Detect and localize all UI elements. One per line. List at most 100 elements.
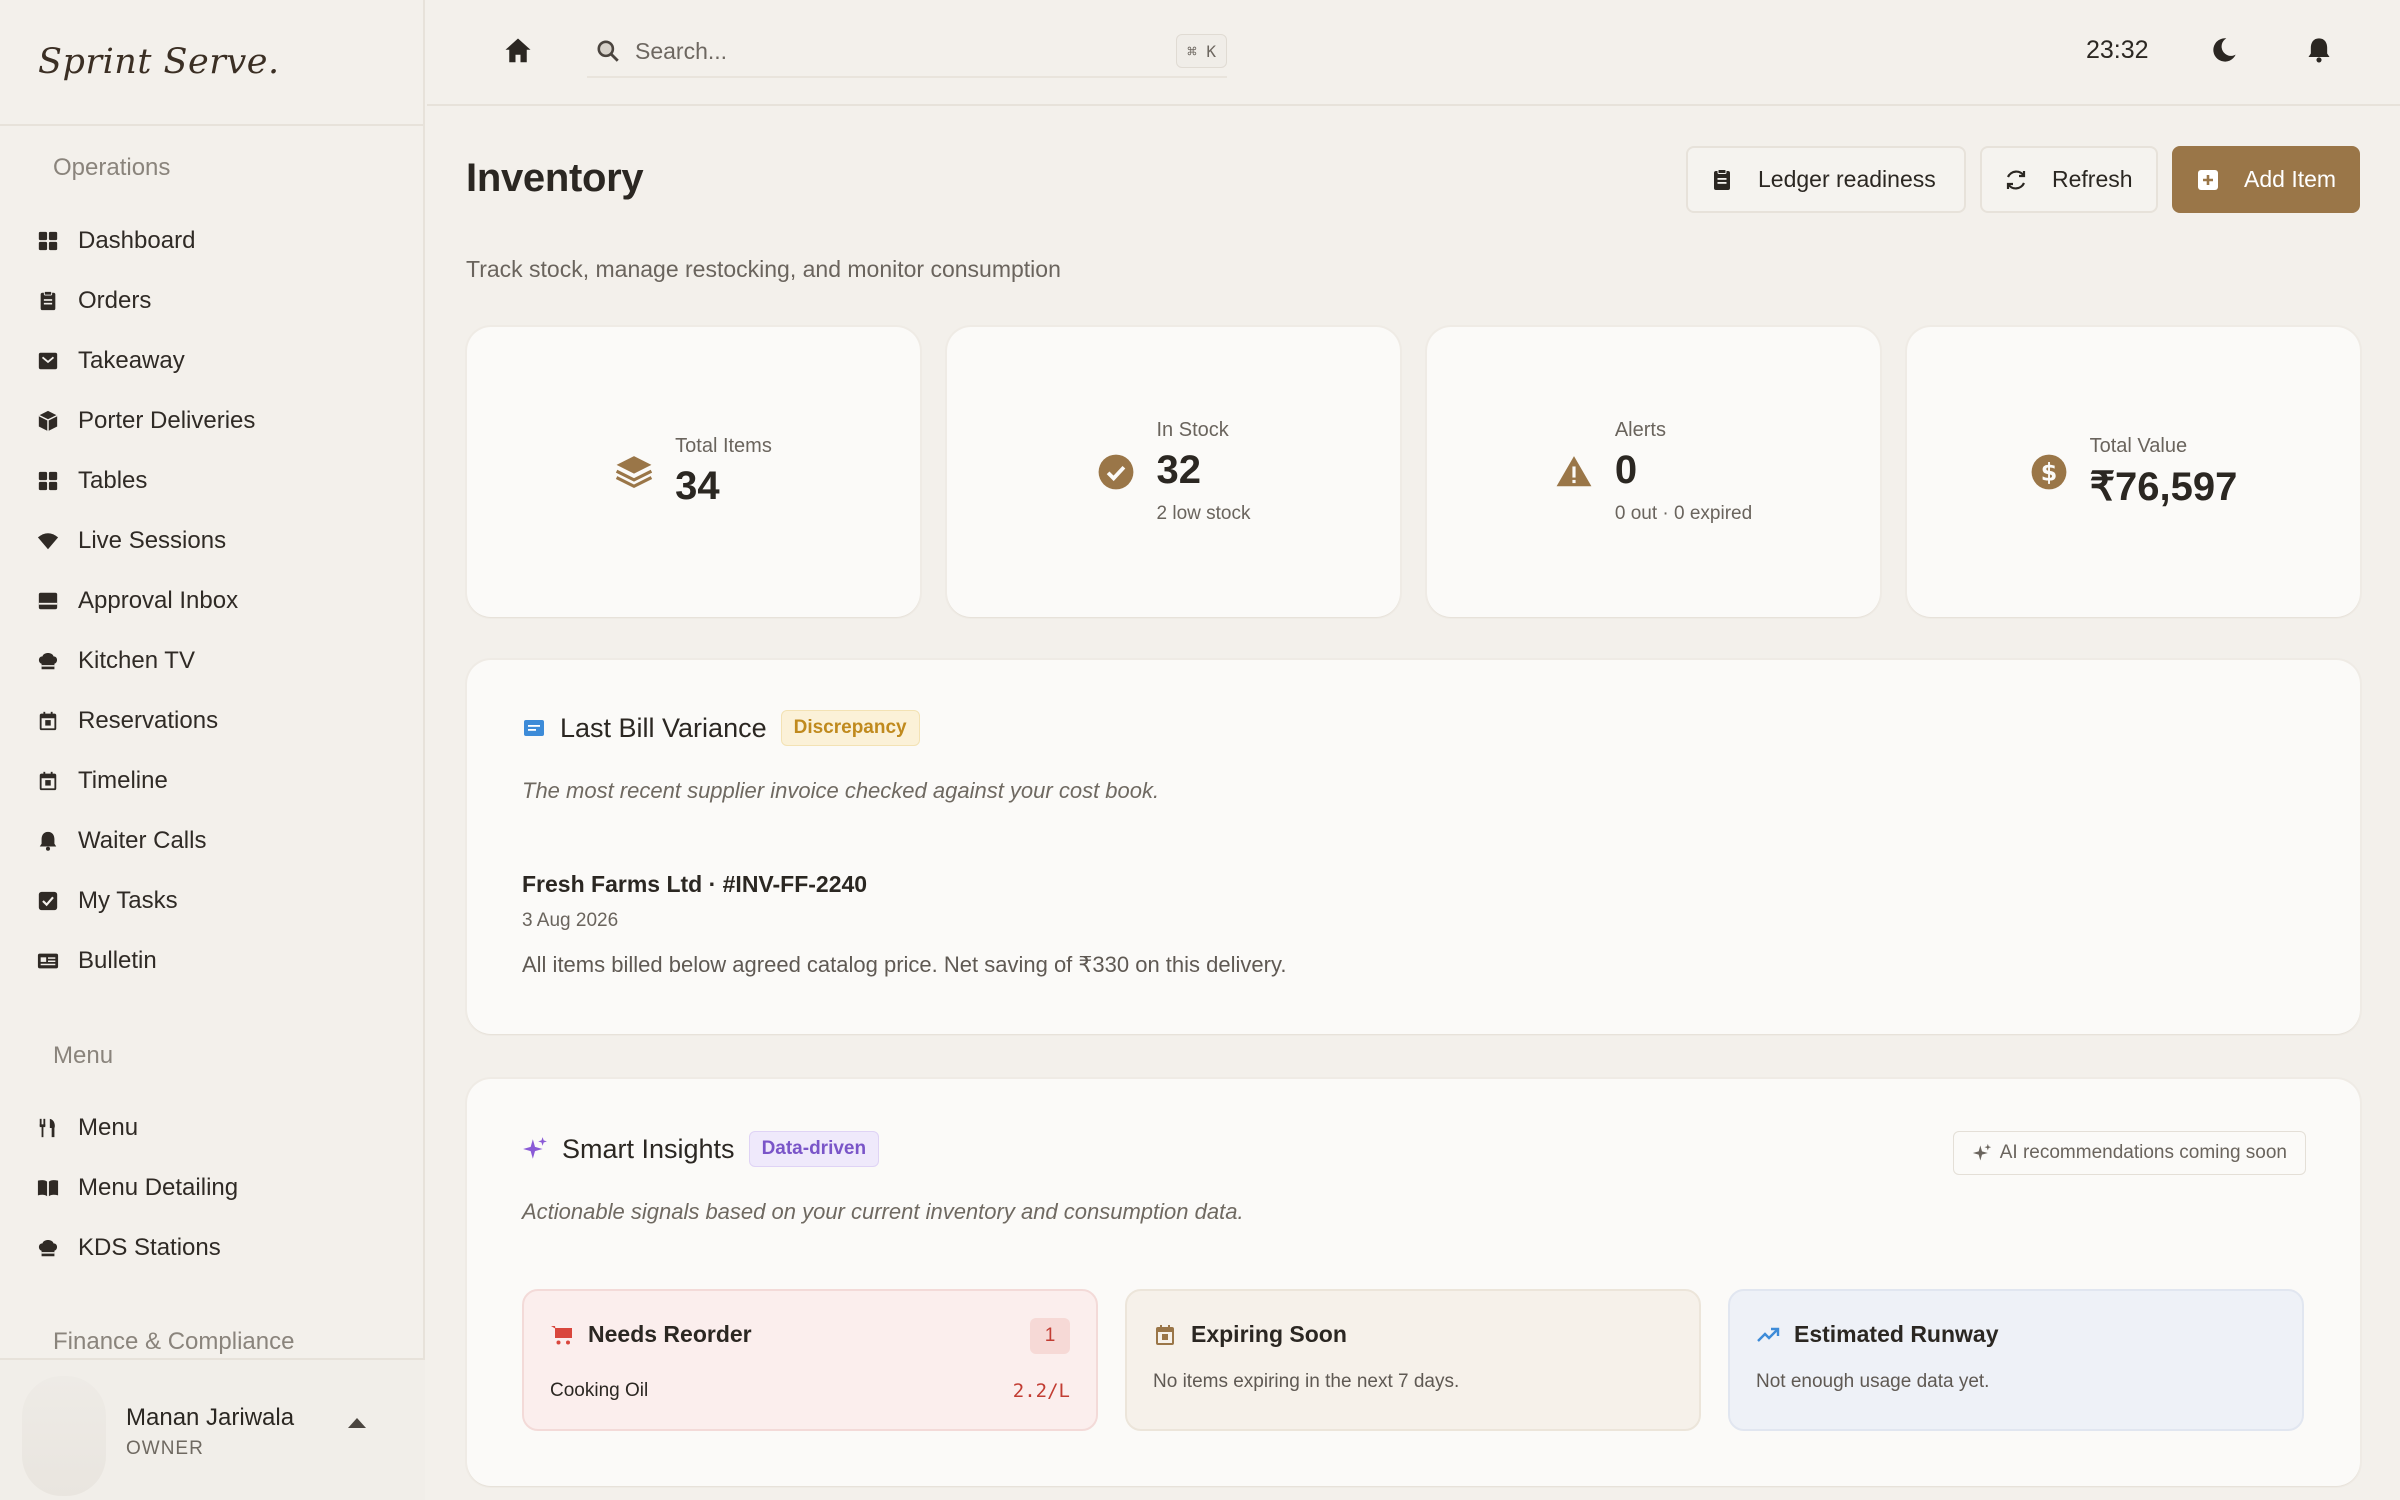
stat-label: Total Value	[2089, 434, 2188, 457]
ai-recommendations-note: AI recommendations coming soon	[1952, 1131, 2306, 1175]
warning-icon	[1556, 456, 1592, 487]
utensils-icon	[36, 1116, 60, 1140]
ledger-readiness-button[interactable]: Ledger readiness	[1686, 146, 1966, 213]
stat-card-total-value: $ Total Value ₹76,597	[1907, 327, 2360, 617]
sidebar-item-tables[interactable]: Tables	[36, 457, 396, 505]
needs-reorder-header: Needs Reorder	[550, 1321, 752, 1348]
stat-label: In Stock	[1156, 419, 1229, 441]
stat-card-total-items: Total Items 34	[467, 327, 920, 617]
reorder-item-qty: 2.2/L	[1012, 1380, 1070, 1402]
sidebar-item-dashboard[interactable]: Dashboard	[36, 217, 396, 265]
sidebar-item-label: Kitchen TV	[78, 647, 195, 674]
estimated-runway-header: Estimated Runway	[1756, 1321, 1999, 1348]
grid-icon	[36, 469, 60, 493]
ledger-readiness-label: Ledger readiness	[1758, 166, 1936, 192]
sidebar-item-label: Waiter Calls	[78, 827, 207, 854]
clock: 23:32	[2086, 36, 2149, 64]
needs-reorder-title: Needs Reorder	[588, 1321, 752, 1347]
calendar-icon	[1156, 1324, 1174, 1345]
reorder-item-name: Cooking Oil	[550, 1380, 649, 1401]
stat-card-in-stock: In Stock 32 2 low stock	[947, 327, 1400, 617]
bell-icon[interactable]	[2305, 36, 2333, 64]
plus-square-icon	[2198, 169, 2218, 190]
refresh-icon	[2006, 170, 2026, 189]
sidebar-item-menu[interactable]: Menu	[36, 1104, 396, 1152]
add-item-button[interactable]: Add Item	[2172, 146, 2360, 213]
stat-value: 0	[1614, 448, 1638, 492]
variance-note: All items billed below agreed catalog pr…	[522, 952, 1287, 977]
sidebar-item-label: Live Sessions	[78, 527, 227, 554]
sidebar-item-live-sessions[interactable]: Live Sessions	[36, 517, 396, 565]
sidebar-item-my-tasks[interactable]: My Tasks	[36, 877, 396, 925]
invoice-date: 3 Aug 2026	[522, 910, 619, 931]
sidebar-item-bulletin[interactable]: Bulletin	[36, 937, 396, 985]
page-subtitle: Track stock, manage restocking, and moni…	[466, 256, 1061, 282]
sidebar-item-porter-deliveries[interactable]: Porter Deliveries	[36, 397, 396, 445]
refresh-button[interactable]: Refresh	[1980, 146, 2158, 213]
bag-icon	[36, 349, 60, 373]
clipboard-icon	[1714, 168, 1730, 190]
stat-card-alerts: Alerts 0 0 out · 0 expired	[1427, 327, 1880, 617]
box-icon	[36, 409, 60, 433]
sidebar-item-label: Tables	[78, 467, 148, 494]
stat-value: 34	[675, 464, 720, 508]
svg-text:$: $	[2040, 459, 2057, 487]
sidebar-item-kitchen-tv[interactable]: Kitchen TV	[36, 637, 396, 685]
brand-logo[interactable]: Sprint Serve.	[0, 0, 423, 126]
expiring-soon-title: Expiring Soon	[1191, 1321, 1347, 1347]
data-driven-badge: Data-driven	[748, 1131, 880, 1167]
home-icon[interactable]	[503, 36, 533, 66]
user-menu[interactable]: Manan Jariwala OWNER	[0, 1358, 425, 1500]
ai-note-label: AI recommendations coming soon	[1999, 1142, 2287, 1163]
estimated-runway-title: Estimated Runway	[1794, 1321, 1999, 1347]
user-name: Manan Jariwala	[126, 1404, 295, 1431]
stat-value: ₹76,597	[2089, 464, 2238, 509]
last-bill-variance-panel: Last Bill Variance Discrepancy The most …	[467, 660, 2360, 1034]
insights-title: Smart Insights	[562, 1133, 735, 1164]
section-finance-compliance: Finance & Compliance	[53, 1328, 295, 1355]
moon-icon[interactable]	[2210, 36, 2238, 64]
user-role: OWNER	[126, 1438, 204, 1459]
sidebar-item-approval-inbox[interactable]: Approval Inbox	[36, 577, 396, 625]
newspaper-icon	[36, 949, 60, 973]
message-icon	[524, 720, 544, 736]
insights-header: Smart Insights Data-driven	[522, 1131, 880, 1167]
sidebar: Sprint Serve. Operations Dashboard Order…	[0, 0, 425, 1500]
expiring-soon-header: Expiring Soon	[1153, 1321, 1347, 1348]
trending-up-icon	[1757, 1327, 1780, 1342]
bell-icon	[36, 829, 60, 853]
discrepancy-badge: Discrepancy	[780, 710, 920, 746]
stat-label: Total Items	[675, 435, 772, 457]
search-input[interactable]: Search... ⌘ K	[587, 26, 1227, 78]
chevron-up-icon[interactable]	[348, 1418, 366, 1428]
sidebar-item-label: Orders	[78, 287, 152, 314]
calendar-icon	[36, 709, 60, 733]
sidebar-item-label: Porter Deliveries	[78, 407, 256, 434]
sidebar-item-waiter-calls[interactable]: Waiter Calls	[36, 817, 396, 865]
stat-label: Alerts	[1614, 419, 1666, 441]
sidebar-item-label: Approval Inbox	[78, 587, 239, 614]
sidebar-item-label: Bulletin	[78, 947, 157, 974]
section-operations: Operations	[53, 154, 171, 181]
sidebar-item-takeaway[interactable]: Takeaway	[36, 337, 396, 385]
estimated-runway-text: Not enough usage data yet.	[1756, 1371, 1990, 1392]
expiring-soon-text: No items expiring in the next 7 days.	[1153, 1371, 1460, 1392]
layers-icon	[616, 456, 653, 489]
sidebar-item-timeline[interactable]: Timeline	[36, 757, 396, 805]
sidebar-item-reservations[interactable]: Reservations	[36, 697, 396, 745]
reorder-count-badge: 1	[1030, 1318, 1070, 1354]
sidebar-item-menu-detailing[interactable]: Menu Detailing	[36, 1164, 396, 1212]
sidebar-item-label: Menu Detailing	[78, 1174, 239, 1201]
variance-description: The most recent supplier invoice checked…	[522, 778, 1160, 803]
needs-reorder-card[interactable]: Needs Reorder 1 Cooking Oil 2.2/L	[522, 1289, 1098, 1431]
stat-sub: 0 out · 0 expired	[1614, 503, 1753, 524]
sidebar-item-label: KDS Stations	[78, 1234, 221, 1261]
shortcut-hint: ⌘ K	[1176, 34, 1227, 68]
clipboard-icon	[36, 289, 60, 313]
sidebar-item-orders[interactable]: Orders	[36, 277, 396, 325]
expiring-soon-card[interactable]: Expiring Soon No items expiring in the n…	[1125, 1289, 1701, 1431]
chef-hat-icon	[36, 649, 60, 673]
estimated-runway-card[interactable]: Estimated Runway Not enough usage data y…	[1728, 1289, 2304, 1431]
sidebar-item-kds-stations[interactable]: KDS Stations	[36, 1224, 396, 1272]
sidebar-item-label: Takeaway	[78, 347, 185, 374]
